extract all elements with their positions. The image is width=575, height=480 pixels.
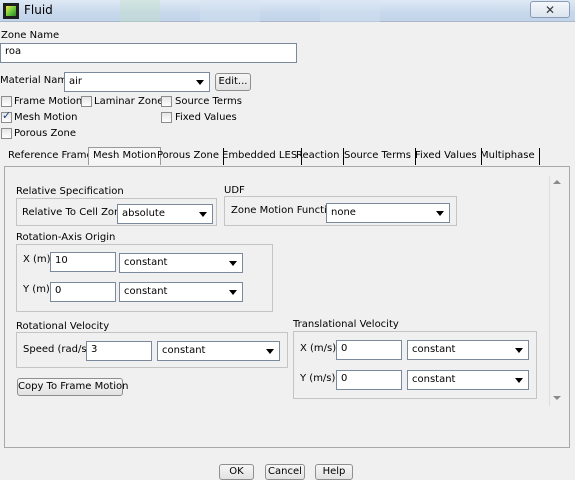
laminar-zone-label: Laminar Zone — [94, 96, 164, 107]
origin-x-method-select[interactable]: constant — [119, 253, 243, 273]
mesh-motion-checkbox[interactable] — [1, 109, 12, 123]
origin-x-input[interactable]: 10 — [50, 252, 116, 272]
zone-name-input[interactable]: roa — [0, 43, 297, 63]
rotation-axis-origin-title: Rotation-Axis Origin — [16, 232, 116, 243]
help-button[interactable]: Help — [315, 464, 353, 480]
background-decoration — [120, 0, 160, 22]
frame-motion-checkbox[interactable] — [1, 96, 12, 107]
laminar-zone-checkbox[interactable] — [81, 96, 92, 107]
tab-reaction[interactable]: Reaction — [292, 148, 345, 165]
translation-x-label: X (m/s) — [300, 343, 337, 354]
chevron-down-icon — [436, 211, 444, 216]
source-terms-label: Source Terms — [175, 96, 242, 107]
frame-motion-label: Frame Motion — [14, 96, 83, 107]
chevron-down-icon — [196, 80, 204, 85]
tab-mesh-motion[interactable]: Mesh Motion — [88, 147, 162, 165]
translation-y-input[interactable]: 0 — [336, 370, 402, 390]
fixed-values-label: Fixed Values — [175, 112, 237, 123]
speed-method-value: constant — [162, 345, 206, 356]
zone-motion-function-label: Zone Motion Function — [231, 205, 340, 216]
zone-name-label: Zone Name — [1, 30, 60, 41]
scroll-up-icon — [553, 180, 561, 184]
tab-multiphase[interactable]: Multiphase — [476, 148, 540, 165]
title-bar: Fluid ✕ — [0, 0, 575, 22]
background-decoration — [320, 0, 380, 22]
material-name-label: Material Name — [0, 75, 74, 86]
relative-to-cell-zone-select[interactable]: absolute — [117, 204, 213, 224]
speed-label: Speed (rad/s) — [23, 344, 91, 355]
panel-scrollbar[interactable] — [549, 176, 563, 406]
translation-y-method-value: constant — [412, 374, 456, 385]
origin-y-method-value: constant — [124, 286, 168, 297]
zone-motion-function-value: none — [331, 207, 356, 218]
chevron-down-icon — [266, 349, 274, 354]
speed-input[interactable]: 3 — [86, 341, 152, 361]
translation-x-method-select[interactable]: constant — [407, 340, 529, 360]
origin-y-label: Y (m) — [23, 284, 50, 295]
origin-x-method-value: constant — [124, 257, 168, 268]
tab-source-terms[interactable]: Source Terms — [340, 148, 416, 165]
relative-to-cell-zone-label: Relative To Cell Zone — [22, 207, 127, 218]
tab-embedded-les[interactable]: Embedded LES — [218, 148, 303, 165]
relative-specification-title: Relative Specification — [16, 186, 124, 197]
background-decoration — [200, 0, 260, 22]
translational-velocity-title: Translational Velocity — [293, 319, 399, 330]
translation-x-method-value: constant — [412, 344, 456, 355]
translation-x-input[interactable]: 0 — [336, 340, 402, 360]
speed-method-select[interactable]: constant — [157, 341, 280, 361]
rotational-velocity-title: Rotational Velocity — [16, 321, 110, 332]
cancel-button[interactable]: Cancel — [265, 464, 305, 480]
chevron-down-icon — [199, 212, 207, 217]
origin-x-label: X (m) — [23, 254, 51, 265]
porous-zone-label: Porous Zone — [14, 128, 76, 139]
chevron-down-icon — [229, 290, 237, 295]
udf-title: UDF — [224, 185, 245, 196]
translation-y-method-select[interactable]: constant — [407, 370, 529, 390]
porous-zone-checkbox[interactable] — [1, 128, 12, 139]
edit-material-button[interactable]: Edit... — [215, 73, 251, 91]
zone-motion-function-select[interactable]: none — [326, 203, 450, 223]
fixed-values-checkbox[interactable] — [161, 112, 172, 123]
relative-to-cell-zone-value: absolute — [122, 208, 165, 219]
origin-y-input[interactable]: 0 — [50, 282, 116, 302]
ok-button[interactable]: OK — [219, 464, 254, 480]
scroll-down-icon — [553, 396, 561, 400]
source-terms-checkbox[interactable] — [161, 96, 172, 107]
mesh-motion-label: Mesh Motion — [14, 112, 78, 123]
chevron-down-icon — [515, 348, 523, 353]
window-title: Fluid — [24, 3, 53, 17]
origin-y-method-select[interactable]: constant — [119, 282, 243, 302]
chevron-down-icon — [229, 261, 237, 266]
tab-porous-zone[interactable]: Porous Zone — [153, 148, 224, 165]
tab-reference-frame[interactable]: Reference Frame — [4, 148, 98, 165]
app-icon — [3, 3, 19, 19]
copy-to-frame-motion-button[interactable]: Copy To Frame Motion — [17, 378, 129, 396]
translation-y-label: Y (m/s) — [300, 373, 336, 384]
close-button[interactable]: ✕ — [530, 1, 570, 18]
chevron-down-icon — [515, 378, 523, 383]
material-name-value: air — [69, 76, 83, 87]
tab-fixed-values[interactable]: Fixed Values — [411, 148, 482, 165]
material-name-select[interactable]: air — [64, 72, 210, 92]
